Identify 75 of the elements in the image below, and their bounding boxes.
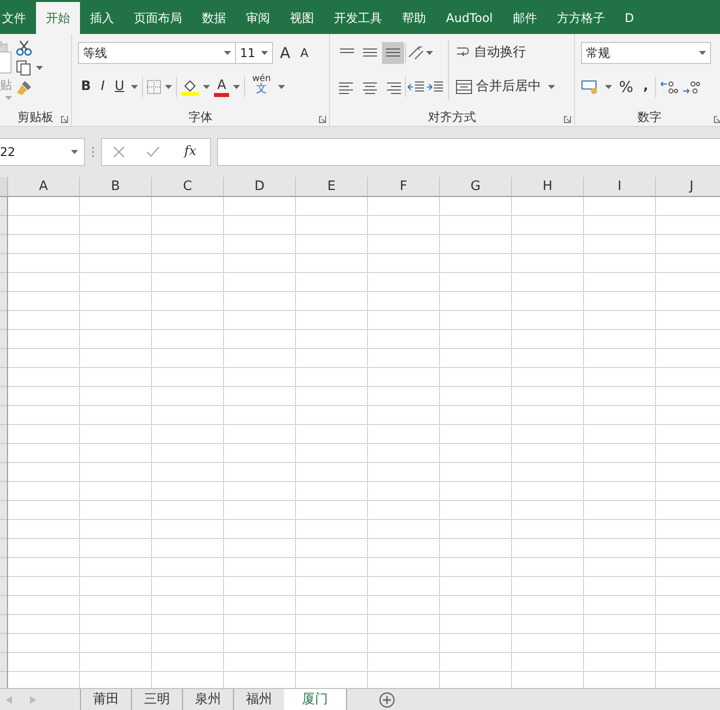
percent-button[interactable]: % <box>616 76 636 98</box>
ribbon-tab[interactable]: 开发工具 <box>324 2 392 34</box>
dropdown-arrow-icon[interactable] <box>261 51 268 55</box>
cut-icon[interactable] <box>16 40 32 56</box>
formula-input[interactable] <box>217 138 720 166</box>
ribbon-tab[interactable]: 插入 <box>80 2 124 34</box>
bold-button[interactable]: B <box>78 76 94 98</box>
font-name-dropdown[interactable]: 等线 <box>78 42 236 64</box>
column-header[interactable]: I <box>584 177 656 196</box>
dropdown-arrow-icon[interactable] <box>426 51 433 55</box>
column-header[interactable]: E <box>296 177 368 196</box>
underline-button[interactable]: U <box>112 76 128 98</box>
ribbon-tab[interactable]: 帮助 <box>392 2 436 34</box>
merge-center-button[interactable]: 合并后居中 <box>453 76 544 98</box>
dropdown-arrow-icon[interactable] <box>548 85 555 89</box>
comma-button[interactable]: , <box>640 76 652 98</box>
sheet-tab[interactable]: 厦门 <box>284 689 346 710</box>
ribbon-tab[interactable]: 视图 <box>280 2 324 34</box>
dialog-launcher-icon[interactable] <box>564 116 571 123</box>
dropdown-arrow-icon[interactable] <box>36 66 43 70</box>
dropdown-arrow-icon[interactable] <box>699 51 706 55</box>
decrease-decimal-icon[interactable] <box>682 79 700 95</box>
ribbon-tab[interactable]: 方方格子 <box>546 2 615 34</box>
wrap-text-button[interactable]: 自动换行 <box>453 42 529 64</box>
dropdown-arrow-icon[interactable] <box>71 150 78 154</box>
ribbon-tab[interactable]: 数据 <box>192 2 236 34</box>
borders-icon[interactable] <box>147 80 162 94</box>
phonetic-button[interactable]: wén 文 <box>249 74 274 100</box>
dropdown-arrow-icon[interactable] <box>278 85 285 89</box>
dialog-launcher-icon[interactable] <box>319 116 326 123</box>
enter-check-icon[interactable] <box>146 146 160 158</box>
column-header[interactable]: D <box>224 177 296 196</box>
dropdown-arrow-icon[interactable] <box>165 85 172 89</box>
column-header[interactable]: C <box>152 177 224 196</box>
dropdown-arrow-icon[interactable] <box>605 85 612 89</box>
group-label: 数字 <box>638 110 662 124</box>
column-header[interactable]: H <box>512 177 584 196</box>
dialog-launcher-icon[interactable] <box>714 116 720 123</box>
number-format-dropdown[interactable]: 常规 <box>581 42 711 64</box>
increase-font-size-button[interactable]: A <box>277 42 294 64</box>
dropdown-arrow-icon[interactable] <box>224 51 231 55</box>
merge-cells-icon <box>456 79 472 95</box>
group-label: 字体 <box>188 110 212 124</box>
ribbon-tab[interactable]: D <box>614 2 644 34</box>
dropdown-arrow-icon[interactable] <box>233 85 240 89</box>
ribbon-tab[interactable]: 文件 <box>0 2 36 34</box>
dropdown-arrow-icon[interactable] <box>131 85 138 89</box>
ribbon-tab[interactable]: 开始 <box>36 2 80 34</box>
add-sheet-icon[interactable] <box>379 692 395 708</box>
column-header[interactable]: G <box>440 177 512 196</box>
ribbon-tab[interactable]: 页面布局 <box>124 2 192 34</box>
column-header[interactable]: J <box>656 177 720 196</box>
column-header[interactable]: B <box>80 177 152 196</box>
font-color-button[interactable]: A <box>214 77 230 97</box>
dialog-launcher-icon[interactable] <box>61 116 68 123</box>
font-size-dropdown[interactable]: 11 <box>235 42 273 64</box>
decrease-font-size-button[interactable]: A <box>297 42 312 64</box>
brush-icon[interactable] <box>16 80 32 96</box>
ribbon-tab[interactable]: 审阅 <box>236 2 280 34</box>
orientation-icon[interactable] <box>407 45 425 61</box>
insert-function-button[interactable]: fx <box>181 141 200 163</box>
drag-handle-icon[interactable] <box>91 146 95 158</box>
group-label: 剪贴板 <box>18 110 54 124</box>
italic-button[interactable]: I <box>98 76 108 98</box>
increase-decimal-icon[interactable] <box>660 79 678 95</box>
ribbon-tab[interactable]: 邮件 <box>502 2 547 34</box>
name-box[interactable]: 22 <box>0 138 85 166</box>
copy-icon[interactable] <box>16 60 32 76</box>
column-header[interactable]: A <box>8 177 80 196</box>
column-header[interactable]: F <box>368 177 440 196</box>
ribbon-tab[interactable]: AudTool <box>436 2 503 34</box>
bottom-align-icon[interactable] <box>382 42 404 64</box>
group-label: 对齐方式 <box>428 110 476 124</box>
fill-color-icon[interactable] <box>181 78 200 96</box>
dropdown-arrow-icon[interactable] <box>203 85 210 89</box>
